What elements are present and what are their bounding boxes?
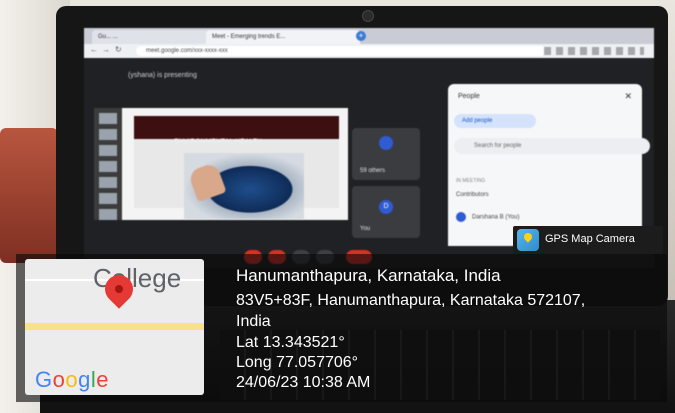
section-label: IN MEETING	[456, 178, 486, 184]
presenting-label: (yshana) is presenting	[128, 72, 197, 79]
avatar	[456, 212, 466, 222]
location-title: Hanumanthapura, Karnataka, India	[236, 266, 501, 285]
gps-badge: GPS Map Camera	[513, 226, 663, 254]
longitude: Long 77.057706°	[236, 354, 359, 371]
google-logo: Google	[35, 367, 110, 392]
map-thumbnail: College Google	[25, 259, 204, 395]
map-road	[25, 323, 204, 330]
address-line: India	[236, 313, 271, 330]
close-icon[interactable]: ✕	[624, 91, 632, 102]
forward-icon[interactable]: →	[102, 45, 110, 54]
browser-tab-bar: Gu... ... Meet - Emerging trends E... +	[84, 28, 654, 44]
search-input[interactable]: Search for people	[454, 138, 650, 154]
panel-title: People	[458, 93, 480, 100]
back-icon[interactable]: ←	[90, 45, 98, 54]
url-field[interactable]: meet.google.com/xxx-xxxx-xxx	[136, 46, 546, 56]
address-bar-row: ← → ↻ meet.google.com/xxx-xxxx-xxx	[84, 44, 654, 58]
contributors-label: Contributors	[456, 192, 489, 198]
latitude: Lat 13.343521°	[236, 334, 345, 351]
address-line: 83V5+83F, Hanumanthapura, Karnataka 5721…	[236, 292, 586, 309]
browser-tab[interactable]: Gu... ...	[92, 30, 214, 44]
gps-badge-label: GPS Map Camera	[545, 233, 635, 245]
shared-slide: ENVIRONMENTAL HEALTH	[94, 108, 348, 220]
participant-tile[interactable]: 59 others	[352, 128, 420, 180]
add-people-button[interactable]: Add people	[454, 114, 536, 128]
list-item[interactable]: Contributors	[456, 192, 632, 206]
tile-label: 59 others	[360, 168, 386, 174]
tile-label: You	[360, 226, 371, 232]
participant-name: Darshana B (You)	[472, 214, 520, 221]
extension-icons[interactable]	[544, 47, 644, 55]
avatar: D	[379, 200, 393, 214]
list-item[interactable]: Darshana B (You)	[456, 212, 632, 226]
new-tab-icon[interactable]: +	[356, 31, 366, 41]
webcam-icon	[362, 10, 374, 22]
slide-thumbnails	[94, 108, 122, 220]
slide-title: ENVIRONMENTAL HEALTH	[174, 138, 263, 145]
chair	[0, 128, 58, 263]
browser-tab-active[interactable]: Meet - Emerging trends E...	[206, 30, 360, 44]
avatar	[379, 136, 393, 150]
map-pin-dot	[115, 285, 123, 293]
gps-map-camera-icon	[517, 229, 539, 251]
timestamp: 24/06/23 10:38 AM	[236, 374, 371, 391]
reload-icon[interactable]: ↻	[115, 45, 122, 54]
self-tile[interactable]: D You	[352, 186, 420, 238]
